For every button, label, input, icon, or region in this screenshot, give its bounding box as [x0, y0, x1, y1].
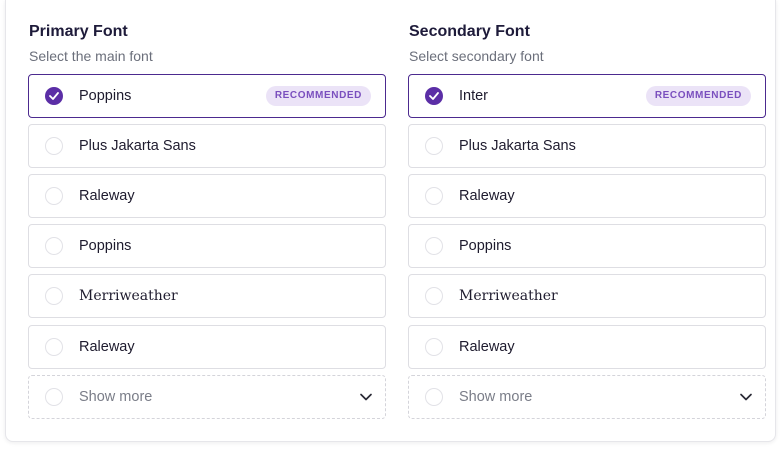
radio-unchecked[interactable] — [45, 287, 63, 305]
option-label: Raleway — [459, 188, 515, 204]
radio-unchecked[interactable] — [45, 187, 63, 205]
secondary-option-inter[interactable]: Inter RECOMMENDED — [408, 74, 766, 118]
option-label: Poppins — [79, 88, 132, 104]
radio-placeholder — [425, 388, 443, 406]
radio-placeholder — [45, 388, 63, 406]
primary-option-raleway[interactable]: Raleway — [28, 174, 386, 218]
option-label: Poppins — [79, 238, 132, 254]
radio-unchecked[interactable] — [425, 137, 443, 155]
primary-font-subtitle: Select the main font — [29, 48, 153, 64]
radio-checked[interactable] — [45, 87, 63, 105]
show-more-label: Show more — [459, 389, 533, 405]
radio-unchecked[interactable] — [45, 237, 63, 255]
secondary-show-more-button[interactable]: Show more — [408, 375, 766, 419]
primary-option-poppins[interactable]: Poppins RECOMMENDED — [28, 74, 386, 118]
secondary-option-plus-jakarta-sans[interactable]: Plus Jakarta Sans — [408, 124, 766, 168]
secondary-option-raleway[interactable]: Raleway — [408, 174, 766, 218]
secondary-option-poppins[interactable]: Poppins — [408, 224, 766, 268]
chevron-down-icon[interactable] — [359, 391, 373, 403]
radio-unchecked[interactable] — [425, 287, 443, 305]
option-label: Merriweather — [459, 288, 558, 304]
option-label: Inter — [459, 88, 489, 104]
primary-option-poppins-2[interactable]: Poppins — [28, 224, 386, 268]
chevron-down-icon[interactable] — [739, 391, 753, 403]
primary-option-merriweather[interactable]: Merriweather — [28, 274, 386, 318]
primary-font-title: Primary Font — [29, 23, 128, 40]
secondary-font-title: Secondary Font — [409, 23, 530, 40]
recommended-badge: RECOMMENDED — [265, 86, 371, 106]
secondary-option-merriweather[interactable]: Merriweather — [408, 274, 766, 318]
radio-checked[interactable] — [425, 87, 443, 105]
recommended-badge: RECOMMENDED — [645, 86, 751, 106]
option-label: Raleway — [79, 188, 135, 204]
option-label: Raleway — [459, 339, 515, 355]
check-icon — [429, 92, 439, 100]
secondary-option-raleway-2[interactable]: Raleway — [408, 325, 766, 369]
secondary-font-subtitle: Select secondary font — [409, 48, 544, 64]
radio-unchecked[interactable] — [45, 338, 63, 356]
option-label: Poppins — [459, 238, 512, 254]
check-icon — [49, 92, 59, 100]
radio-unchecked[interactable] — [425, 187, 443, 205]
option-label: Merriweather — [79, 288, 178, 304]
option-label: Raleway — [79, 339, 135, 355]
primary-option-plus-jakarta-sans[interactable]: Plus Jakarta Sans — [28, 124, 386, 168]
option-label: Plus Jakarta Sans — [459, 138, 576, 154]
radio-unchecked[interactable] — [425, 338, 443, 356]
option-label: Plus Jakarta Sans — [79, 138, 196, 154]
show-more-label: Show more — [79, 389, 153, 405]
primary-show-more-button[interactable]: Show more — [28, 375, 386, 419]
primary-option-raleway-2[interactable]: Raleway — [28, 325, 386, 369]
radio-unchecked[interactable] — [425, 237, 443, 255]
font-selection-card: Primary Font Select the main font Poppin… — [5, 0, 776, 442]
radio-unchecked[interactable] — [45, 137, 63, 155]
